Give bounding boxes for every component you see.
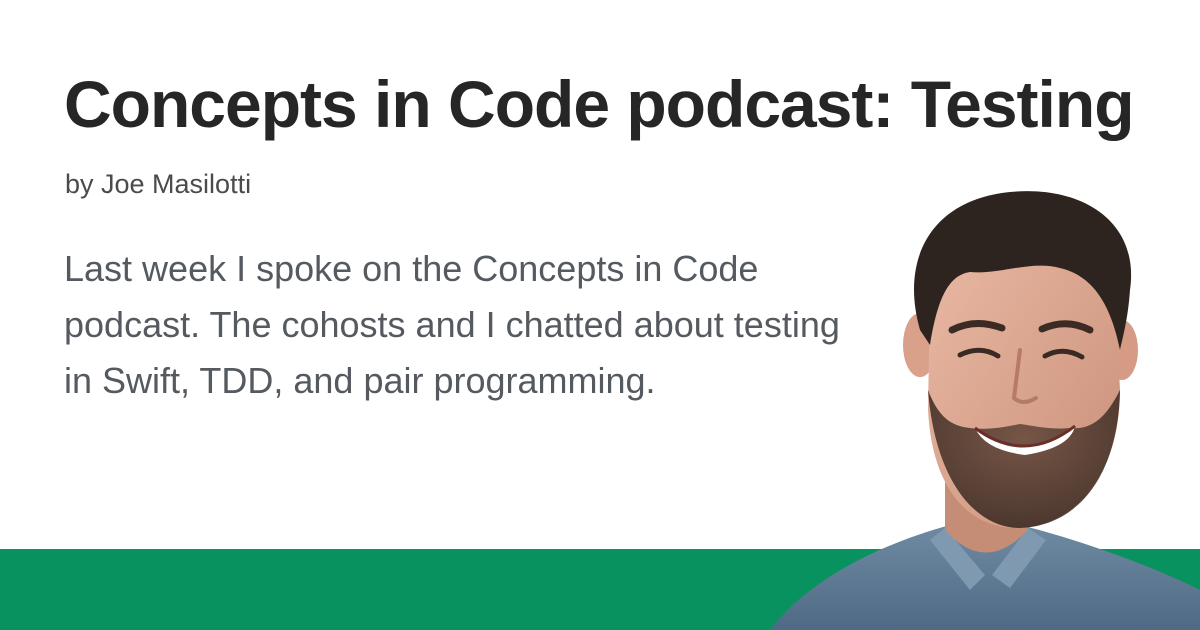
- social-share-card: Concepts in Code podcast: Testing by Joe…: [0, 0, 1200, 630]
- post-title: Concepts in Code podcast: Testing: [64, 67, 1135, 141]
- post-excerpt: Last week I spoke on the Concepts in Cod…: [64, 248, 840, 401]
- author-portrait-photo: [770, 191, 1200, 630]
- post-author: by Joe Masilotti: [65, 169, 252, 199]
